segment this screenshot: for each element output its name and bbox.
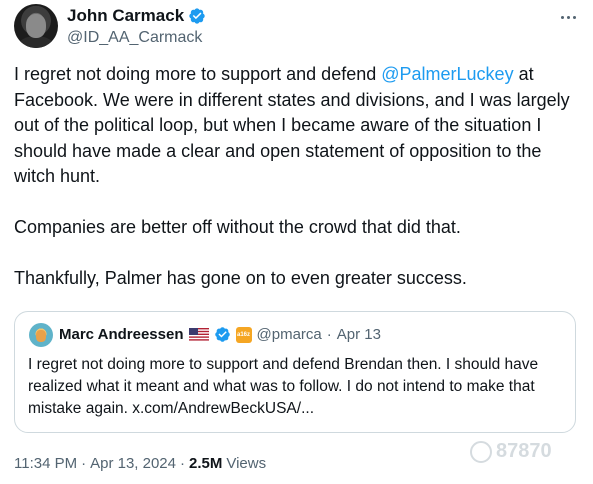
verified-badge-icon bbox=[214, 327, 230, 342]
quoted-tweet-card[interactable]: Marc Andreessen a16z @pmarca · Apr 13 I … bbox=[14, 311, 576, 433]
author-name-row: John Carmack bbox=[67, 6, 206, 26]
quote-author-handle: @pmarca bbox=[256, 326, 322, 343]
affiliate-badge-icon[interactable]: a16z bbox=[235, 326, 252, 343]
quote-date[interactable]: Apr 13 bbox=[337, 326, 381, 343]
watermark-text: 87870 bbox=[496, 440, 552, 462]
author-display-name[interactable]: John Carmack bbox=[67, 6, 184, 26]
author-avatar[interactable] bbox=[14, 4, 58, 48]
separator-dot: · bbox=[81, 455, 87, 472]
separator-dot: · bbox=[326, 326, 332, 343]
tweet-header: John Carmack @ID_AA_Carmack bbox=[14, 4, 579, 50]
more-dot bbox=[572, 15, 576, 19]
views-label: Views bbox=[226, 455, 267, 472]
us-flag-icon bbox=[188, 328, 209, 341]
quote-author-name[interactable]: Marc Andreessen bbox=[59, 326, 184, 343]
tweet-text-part: I regret not doing more to support and d… bbox=[14, 64, 382, 84]
more-options-icon[interactable] bbox=[557, 8, 579, 26]
quote-author-row: Marc Andreessen a16z @pmarca · Apr 13 bbox=[59, 326, 381, 343]
tweet-body: I regret not doing more to support and d… bbox=[14, 62, 579, 292]
tweet-paragraph-2: Companies are better off without the cro… bbox=[14, 217, 461, 237]
verified-badge-icon bbox=[189, 8, 205, 24]
quote-text: I regret not doing more to support and d… bbox=[28, 356, 539, 417]
watermark-icon bbox=[470, 440, 492, 463]
tweet-meta: 11:34 PM · Apr 13, 2024 · 2.5M Views bbox=[14, 455, 266, 472]
tweet-date[interactable]: Apr 13, 2024 bbox=[90, 455, 176, 472]
mention-link[interactable]: @PalmerLuckey bbox=[381, 64, 513, 84]
quote-author-avatar[interactable] bbox=[29, 323, 53, 347]
separator-dot: · bbox=[180, 455, 185, 472]
avatar-face bbox=[26, 14, 46, 38]
tweet-paragraph-3: Thankfully, Palmer has gone on to even g… bbox=[14, 268, 467, 288]
tweet-time[interactable]: 11:34 PM bbox=[14, 455, 77, 472]
more-dot bbox=[566, 15, 570, 19]
more-dot bbox=[560, 15, 564, 19]
views-count: 2.5M bbox=[189, 455, 223, 472]
author-handle[interactable]: @ID_AA_Carmack bbox=[67, 29, 202, 47]
tweet-paragraph-1: I regret not doing more to support and d… bbox=[14, 62, 579, 190]
watermark: 87870 bbox=[470, 440, 552, 463]
